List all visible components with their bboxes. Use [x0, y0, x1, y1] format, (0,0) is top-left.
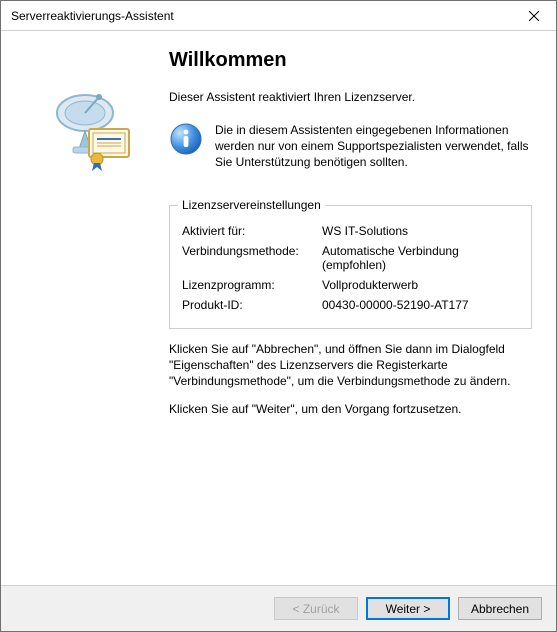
row-product-id: Produkt-ID: 00430-00000-52190-AT177 — [182, 298, 519, 312]
instruction-cancel: Klicken Sie auf "Abbrechen", und öffnen … — [169, 341, 532, 390]
illustration-column — [25, 49, 165, 585]
text-column: Willkommen Dieser Assistent reaktiviert … — [165, 49, 532, 585]
row-activated-for: Aktiviert für: WS IT-Solutions — [182, 224, 519, 238]
close-button[interactable] — [511, 1, 556, 31]
instruction-next: Klicken Sie auf "Weiter", um den Vorgang… — [169, 401, 532, 417]
cancel-button[interactable]: Abbrechen — [458, 597, 542, 620]
info-row: Die in diesem Assistenten eingegebenen I… — [169, 122, 532, 171]
value-product-id: 00430-00000-52190-AT177 — [322, 298, 519, 312]
main-panel: Willkommen Dieser Assistent reaktiviert … — [1, 31, 556, 585]
value-license-program: Vollprodukterwerb — [322, 278, 519, 292]
back-button: < Zurück — [274, 597, 358, 620]
row-connection-method: Verbindungsmethode: Automatische Verbind… — [182, 244, 519, 272]
page-heading: Willkommen — [169, 49, 532, 72]
license-settings-group: Lizenzservereinstellungen Aktiviert für:… — [169, 205, 532, 329]
value-connection-method: Automatische Verbindung (empfohlen) — [322, 244, 519, 272]
window-title: Serverreaktivierungs-Assistent — [11, 9, 511, 23]
row-license-program: Lizenzprogramm: Vollprodukterwerb — [182, 278, 519, 292]
label-activated-for: Aktiviert für: — [182, 224, 322, 238]
next-button[interactable]: Weiter > — [366, 597, 450, 620]
value-activated-for: WS IT-Solutions — [322, 224, 519, 238]
close-icon — [529, 11, 539, 21]
label-license-program: Lizenzprogramm: — [182, 278, 322, 292]
intro-text: Dieser Assistent reaktiviert Ihren Lizen… — [169, 90, 532, 104]
group-legend: Lizenzservereinstellungen — [178, 198, 325, 212]
info-text: Die in diesem Assistenten eingegebenen I… — [215, 122, 532, 171]
info-icon — [169, 122, 203, 156]
label-product-id: Produkt-ID: — [182, 298, 322, 312]
license-server-illustration — [45, 79, 145, 179]
titlebar: Serverreaktivierungs-Assistent — [1, 1, 556, 31]
button-bar: < Zurück Weiter > Abbrechen — [1, 585, 556, 631]
label-connection-method: Verbindungsmethode: — [182, 244, 322, 272]
content-area: Willkommen Dieser Assistent reaktiviert … — [1, 31, 556, 631]
